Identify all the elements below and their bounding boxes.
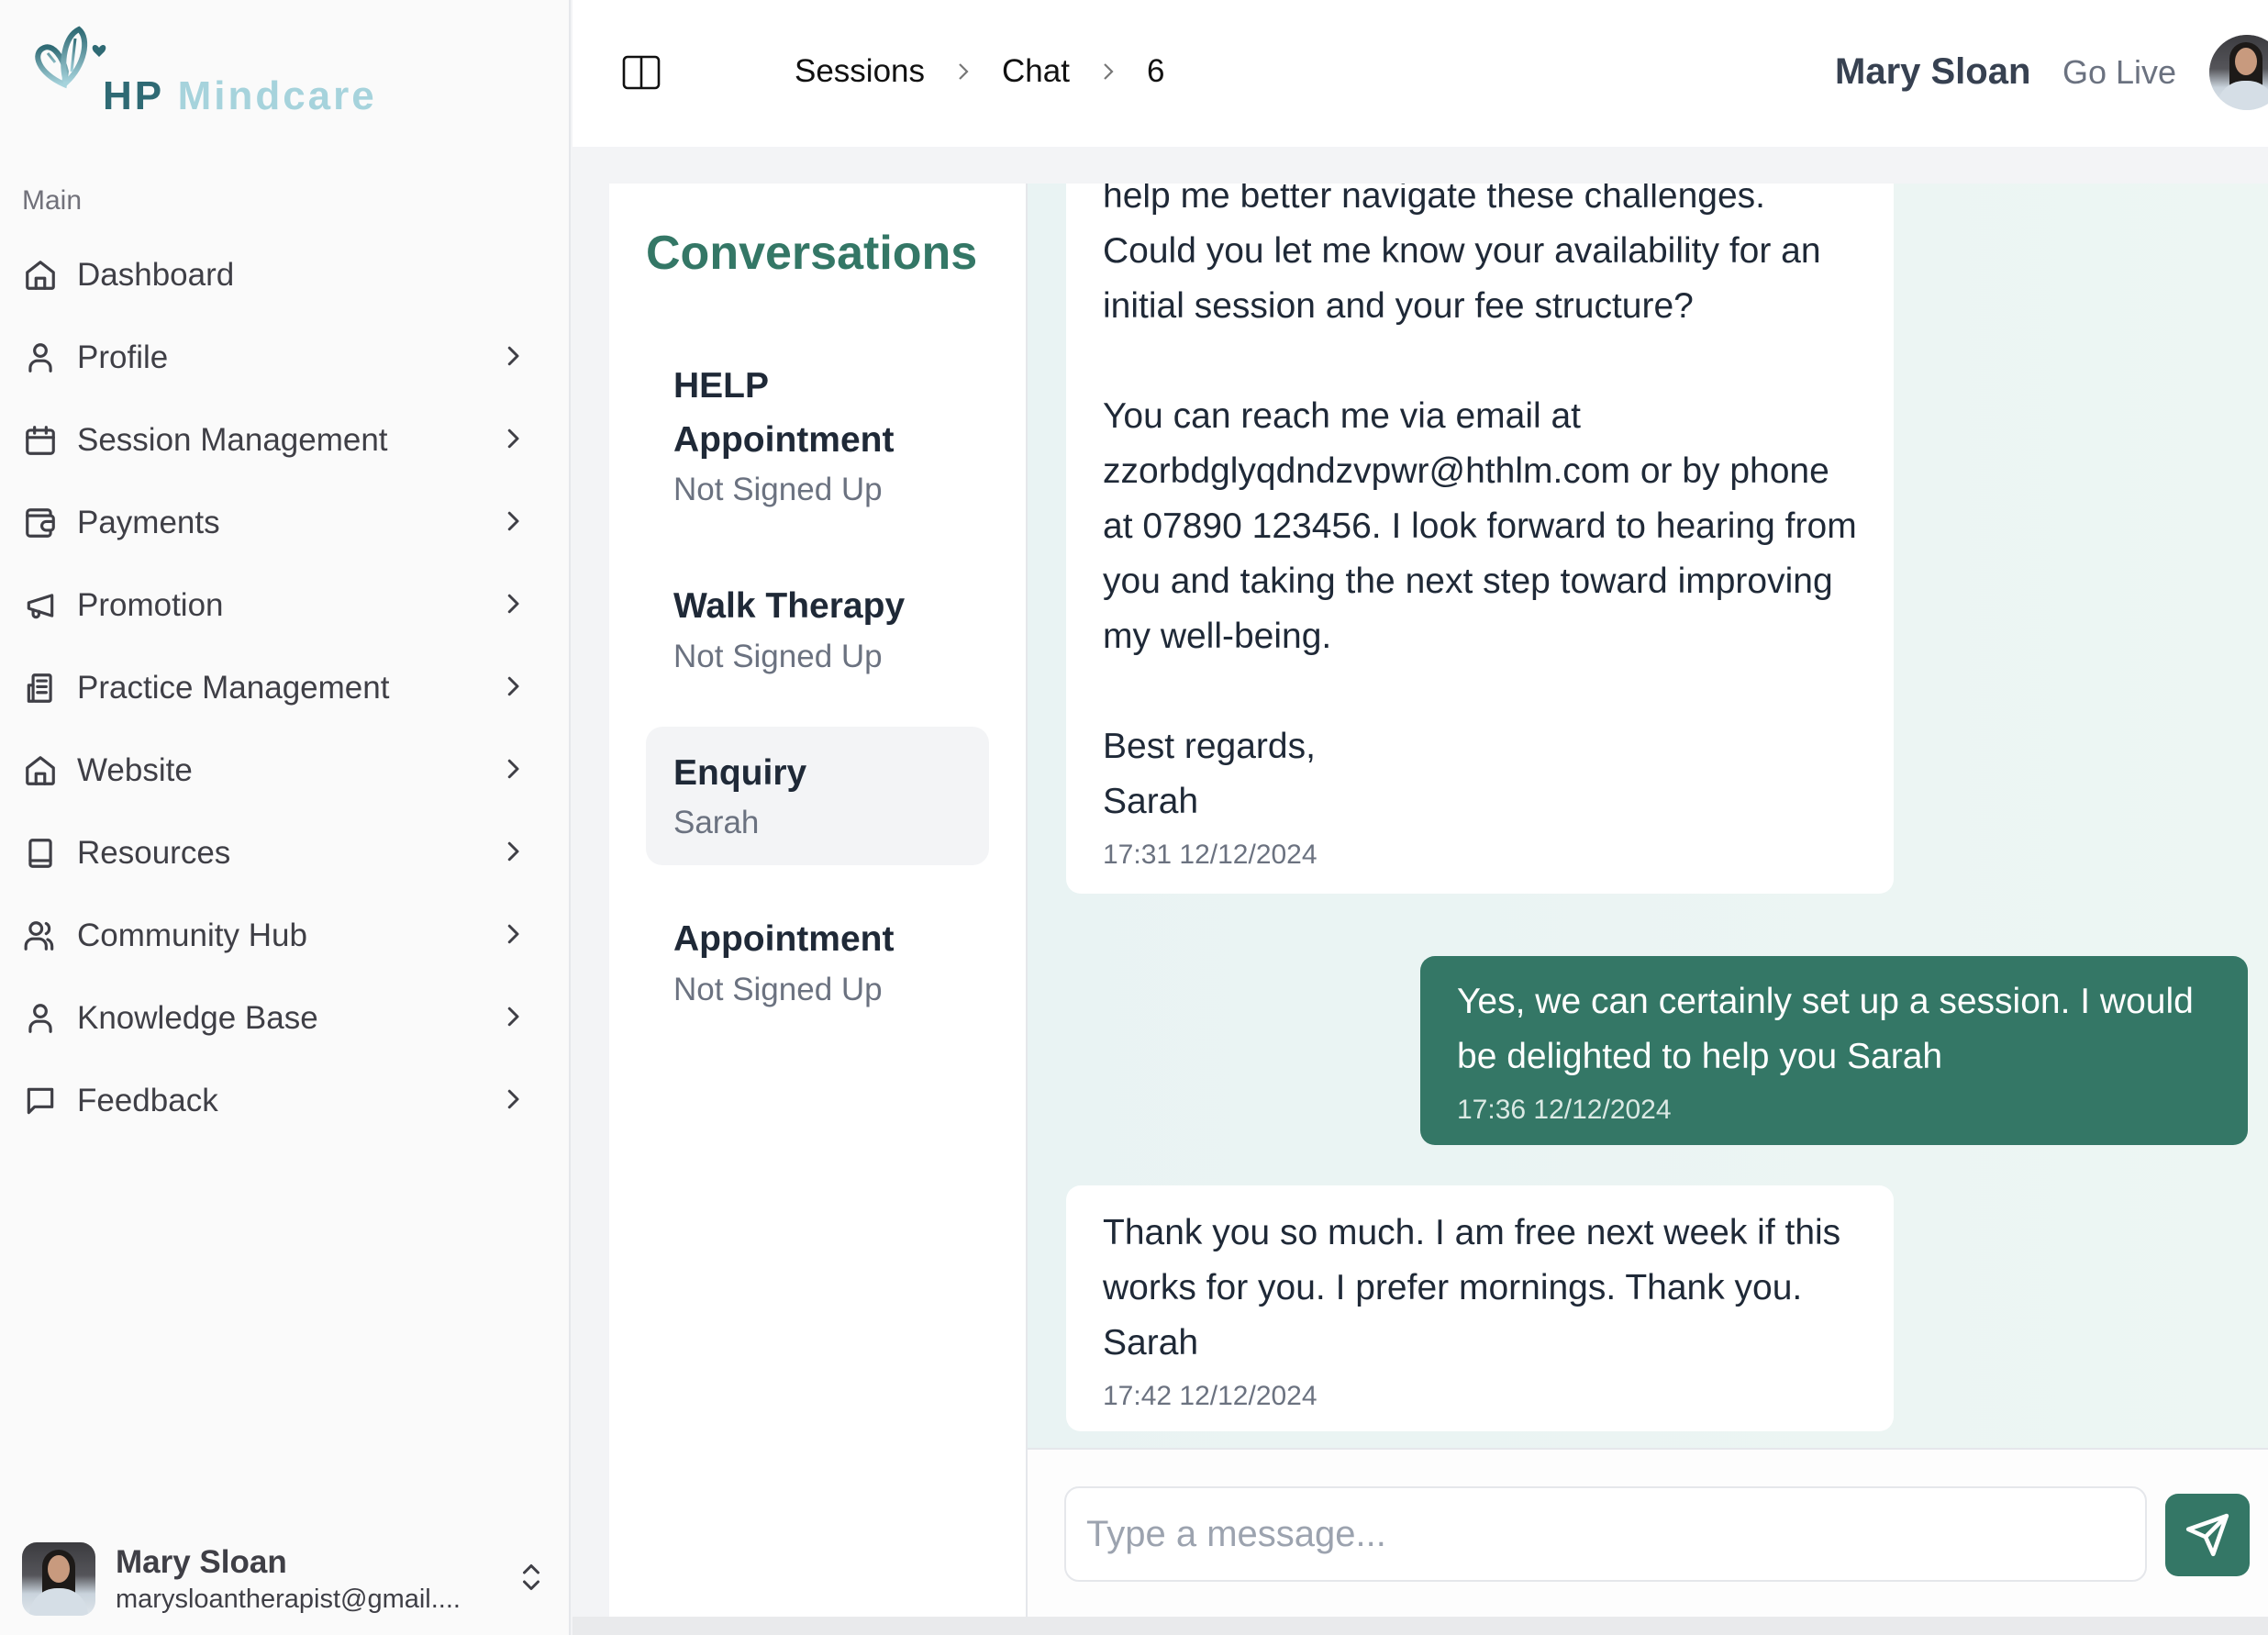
user-icon (22, 1000, 59, 1037)
panel-left-icon (622, 55, 661, 90)
conversation-list: HELP Appointment Not Signed Up Walk Ther… (646, 339, 989, 1060)
header-user-name: Mary Sloan (1835, 51, 2031, 92)
breadcrumb-current: 6 (1146, 53, 1165, 89)
sidebar-item-label: Payments (77, 505, 220, 540)
home-icon (22, 752, 59, 789)
sidebar-item-label: Resources (77, 835, 231, 871)
message-time: 17:42 12/12/2024 (1103, 1381, 1317, 1411)
users-icon (22, 918, 59, 954)
sidebar-item-knowledge-base[interactable]: Knowledge Base (0, 977, 571, 1060)
conversation-status: Not Signed Up (673, 971, 883, 1007)
sidebar-item-label: Promotion (77, 587, 224, 623)
sidebar-item-payments[interactable]: Payments (0, 482, 571, 564)
conversation-name: HELP Appointment (673, 366, 895, 460)
message-time: 17:36 12/12/2024 (1457, 1095, 1672, 1125)
message-input[interactable] (1064, 1486, 2147, 1582)
brand-logo[interactable]: HP Mindcare (28, 26, 395, 127)
sidebar-item-label: Community Hub (77, 918, 307, 953)
sidebar-item-label: Profile (77, 339, 169, 375)
sidebar: HP Mindcare Main Dashboard Profile Sessi… (0, 0, 571, 1635)
book-icon (22, 835, 59, 872)
sidebar-item-feedback[interactable]: Feedback (0, 1060, 571, 1142)
chat-messages[interactable]: help me better navigate these challenges… (1026, 184, 2268, 1448)
sidebar-item-label: Session Management (77, 422, 388, 458)
chevron-right-icon (1097, 58, 1119, 85)
header-avatar[interactable] (2209, 35, 2268, 110)
message-text: Yes, we can certainly set up a session. … (1457, 982, 2194, 1076)
sidebar-nav: Dashboard Profile Session Management Pay… (0, 234, 571, 1142)
message-text: help me better navigate these challenges… (1103, 184, 1857, 821)
user-icon (22, 339, 59, 376)
sidebar-item-practice-management[interactable]: Practice Management (0, 647, 571, 729)
message-incoming: help me better navigate these challenges… (1066, 184, 1894, 894)
message-incoming: Thank you so much. I am free next week i… (1066, 1185, 1894, 1431)
chevron-right-icon (499, 1003, 527, 1035)
user-name: Mary Sloan (116, 1543, 287, 1580)
conversation-item[interactable]: HELP Appointment Not Signed Up (646, 339, 989, 532)
chevron-right-icon (499, 342, 527, 374)
message-square-icon (22, 1083, 59, 1119)
chevron-right-icon (499, 507, 527, 539)
bottom-edge (573, 1617, 2268, 1635)
chevron-right-icon (499, 838, 527, 870)
conversation-name: Walk Therapy (673, 586, 906, 626)
go-live-button[interactable]: Go Live (2062, 53, 2176, 92)
breadcrumb-chat[interactable]: Chat (1002, 53, 1070, 90)
section-label-main: Main (22, 185, 83, 216)
megaphone-icon (22, 587, 59, 624)
breadcrumb: Sessions Chat 6 (795, 53, 1164, 90)
sidebar-item-label: Feedback (77, 1083, 218, 1118)
brand-name: HP Mindcare (103, 73, 377, 118)
chevrons-up-down-icon (517, 1559, 545, 1600)
conversation-status: Not Signed Up (673, 472, 883, 507)
user-email: marysloantherapist@gmail.... (116, 1584, 461, 1614)
message-text: Thank you so much. I am free next week i… (1103, 1213, 1841, 1362)
conversations-panel: Conversations HELP Appointment Not Signe… (609, 184, 1026, 1617)
sidebar-item-resources[interactable]: Resources (0, 812, 571, 895)
conversation-item[interactable]: Walk Therapy Not Signed Up (646, 560, 989, 699)
conversation-name: Enquiry (673, 752, 807, 793)
sidebar-toggle-button[interactable] (622, 55, 661, 90)
conversation-name: Appointment (673, 919, 895, 959)
sidebar-item-label: Practice Management (77, 670, 390, 706)
sidebar-item-promotion[interactable]: Promotion (0, 564, 571, 647)
chevron-right-icon (499, 1085, 527, 1118)
home-icon (22, 257, 59, 294)
calendar-icon (22, 422, 59, 459)
sidebar-item-profile[interactable]: Profile (0, 317, 571, 399)
chevron-right-icon (952, 58, 974, 85)
message-composer (1026, 1448, 2268, 1617)
avatar (22, 1542, 95, 1616)
chevron-right-icon (499, 920, 527, 952)
chevron-right-icon (499, 673, 527, 705)
conversation-item[interactable]: Appointment Not Signed Up (646, 893, 989, 1032)
breadcrumb-sessions[interactable]: Sessions (795, 53, 925, 90)
sidebar-item-dashboard[interactable]: Dashboard (0, 234, 571, 317)
user-menu[interactable]: Mary Sloan marysloantherapist@gmail.... (22, 1541, 545, 1617)
send-icon (2185, 1513, 2229, 1557)
top-header: Sessions Chat 6 Mary Sloan Go Live (573, 0, 2268, 147)
conversation-status: Sarah (673, 805, 760, 840)
chevron-right-icon (499, 755, 527, 787)
chevron-right-icon (499, 590, 527, 622)
chevron-right-icon (499, 425, 527, 457)
building-icon (22, 670, 59, 706)
conversation-status: Not Signed Up (673, 638, 883, 674)
send-button[interactable] (2165, 1494, 2250, 1576)
conversations-title: Conversations (646, 227, 978, 280)
sidebar-item-session-management[interactable]: Session Management (0, 399, 571, 482)
message-outgoing: Yes, we can certainly set up a session. … (1420, 956, 2248, 1145)
sidebar-item-label: Dashboard (77, 257, 235, 293)
sidebar-item-label: Website (77, 752, 193, 788)
sidebar-item-label: Knowledge Base (77, 1000, 318, 1036)
conversation-item-active[interactable]: Enquiry Sarah (646, 726, 989, 865)
sidebar-item-community-hub[interactable]: Community Hub (0, 895, 571, 977)
message-time: 17:31 12/12/2024 (1103, 840, 1317, 870)
sidebar-item-website[interactable]: Website (0, 729, 571, 812)
wallet-icon (22, 505, 59, 541)
